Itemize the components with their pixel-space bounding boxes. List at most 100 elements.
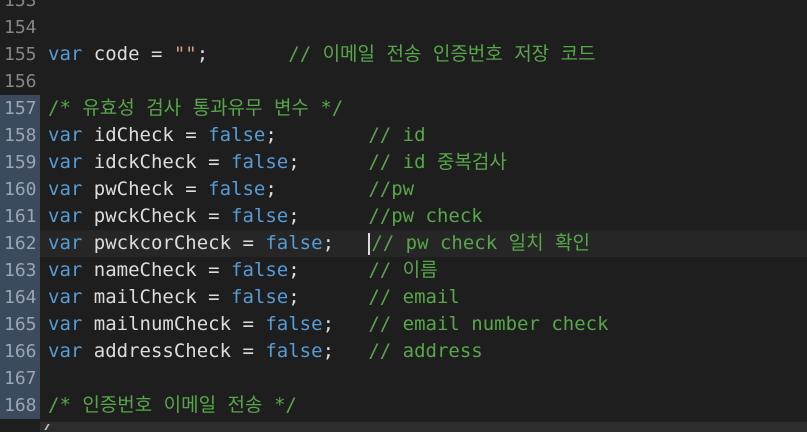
code-token: nameCheck = <box>82 259 232 281</box>
line-number: 160 <box>0 176 40 203</box>
code-line[interactable]: 160 var pwCheck = false; //pw <box>0 176 807 203</box>
comment-token: //pw check <box>368 205 483 227</box>
keyword-token: var <box>48 178 83 200</box>
keyword-token: var <box>48 124 83 146</box>
line-number: 157 <box>0 95 40 122</box>
code-line[interactable]: 157 /* 유효성 검사 통과유무 변수 */ <box>0 95 807 122</box>
code-token: ; <box>288 259 369 281</box>
code-lines[interactable]: 153 154 155 var code = ""; // 이메일 전송 인증번호 저… <box>0 0 807 419</box>
keyword-token: var <box>48 151 83 173</box>
code-token: ; <box>288 151 369 173</box>
code-text[interactable]: var mailnumCheck = false; // email numbe… <box>40 311 807 338</box>
line-number: 167 <box>0 365 40 392</box>
boolean-token: false <box>208 178 266 200</box>
line-number: 165 <box>0 311 40 338</box>
code-token: ; <box>322 313 369 335</box>
code-text[interactable]: var mailCheck = false; // email <box>40 284 807 311</box>
line-number: 161 <box>0 203 40 230</box>
code-token: addressCheck = <box>82 340 266 362</box>
code-text[interactable] <box>40 365 807 392</box>
code-line[interactable]: 154 <box>0 14 807 41</box>
line-number: 162 <box>0 230 40 257</box>
code-line[interactable]: 162 var pwckcorCheck = false; // pw check… <box>0 230 807 257</box>
code-token: idCheck = <box>82 124 209 146</box>
line-number: 156 <box>4 71 37 92</box>
code-text[interactable]: var nameCheck = false; // 이름 <box>40 257 807 284</box>
code-token: ; <box>322 232 369 254</box>
code-line[interactable]: 164 var mailCheck = false; // email <box>0 284 807 311</box>
comment-token: // 이름 <box>368 259 438 281</box>
code-text[interactable]: var pwckcorCheck = false; // pw check 일치… <box>40 230 807 257</box>
line-number: 166 <box>0 338 40 365</box>
comment-token: /* 유효성 검사 통과유무 변수 */ <box>48 97 344 119</box>
code-line[interactable]: 159 var idckCheck = false; // id 중복검사 <box>0 149 807 176</box>
code-line[interactable]: 166 var addressCheck = false; // address <box>0 338 807 365</box>
line-number: 158 <box>0 122 40 149</box>
code-text[interactable]: var pwckCheck = false; //pw check <box>40 203 807 230</box>
code-text[interactable]: var addressCheck = false; // address <box>40 338 807 365</box>
code-line[interactable]: 163 var nameCheck = false; // 이름 <box>0 257 807 284</box>
line-number: 168 <box>0 392 40 419</box>
comment-token: // id <box>368 124 426 146</box>
comment-token: // email <box>368 286 460 308</box>
comment-token: //pw <box>368 178 415 200</box>
keyword-token: var <box>48 43 83 65</box>
code-token: ; <box>265 178 369 200</box>
code-token: ; <box>288 286 369 308</box>
comment-token: // pw check 일치 확인 <box>371 232 590 254</box>
boolean-token: false <box>231 286 289 308</box>
code-token: code = <box>82 43 174 65</box>
code-token: pwckcorCheck = <box>82 232 266 254</box>
code-token: pwCheck = <box>82 178 209 200</box>
boolean-token: false <box>208 124 266 146</box>
string-token: "" <box>173 43 197 65</box>
code-text[interactable] <box>40 0 807 14</box>
horizontal-scrollbar[interactable] <box>40 422 807 432</box>
keyword-token: var <box>48 286 83 308</box>
code-text[interactable]: var idCheck = false; // id <box>40 122 807 149</box>
line-number: 153 <box>4 0 37 11</box>
boolean-token: false <box>265 340 323 362</box>
code-line[interactable]: 167 <box>0 365 807 392</box>
code-line[interactable]: 153 <box>0 0 807 14</box>
code-text[interactable]: var idckCheck = false; // id 중복검사 <box>40 149 807 176</box>
comment-token: // id 중복검사 <box>368 151 507 173</box>
code-token: mailCheck = <box>82 286 232 308</box>
scroll-left-arrow-icon[interactable] <box>44 424 55 430</box>
code-editor[interactable]: 153 154 155 var code = ""; // 이메일 전송 인증번호 저… <box>0 0 807 432</box>
comment-token: // address <box>368 340 483 362</box>
code-token: pwckCheck = <box>82 205 232 227</box>
code-token: ; <box>322 340 369 362</box>
code-text[interactable]: /* 인증번호 이메일 전송 */ <box>40 392 807 419</box>
code-line[interactable]: 161 var pwckCheck = false; //pw check <box>0 203 807 230</box>
code-token: ; <box>265 124 369 146</box>
code-text[interactable]: /* 유효성 검사 통과유무 변수 */ <box>40 95 807 122</box>
code-line[interactable]: 156 <box>0 68 807 95</box>
code-text[interactable] <box>40 14 807 41</box>
code-token: ; <box>288 205 369 227</box>
line-number: 163 <box>0 257 40 284</box>
code-text[interactable] <box>40 68 807 95</box>
keyword-token: var <box>48 313 83 335</box>
line-number: 164 <box>0 284 40 311</box>
keyword-token: var <box>48 340 83 362</box>
code-token: idckCheck = <box>82 151 232 173</box>
boolean-token: false <box>265 232 323 254</box>
keyword-token: var <box>48 232 83 254</box>
keyword-token: var <box>48 205 83 227</box>
code-line[interactable]: 155 var code = ""; // 이메일 전송 인증번호 저장 코드 <box>0 41 807 68</box>
line-number: 159 <box>0 149 40 176</box>
code-token: mailnumCheck = <box>82 313 266 335</box>
code-line[interactable]: 158 var idCheck = false; // id <box>0 122 807 149</box>
line-number: 155 <box>4 44 37 65</box>
comment-token: // email number check <box>368 313 609 335</box>
line-number: 154 <box>4 17 37 38</box>
code-line[interactable]: 165 var mailnumCheck = false; // email nu… <box>0 311 807 338</box>
code-line[interactable]: 168 /* 인증번호 이메일 전송 */ <box>0 392 807 419</box>
keyword-token: var <box>48 259 83 281</box>
code-text[interactable]: var code = ""; // 이메일 전송 인증번호 저장 코드 <box>40 41 807 68</box>
boolean-token: false <box>231 259 289 281</box>
comment-token: /* 인증번호 이메일 전송 */ <box>48 394 297 416</box>
code-token: ; <box>196 43 289 65</box>
code-text[interactable]: var pwCheck = false; //pw <box>40 176 807 203</box>
